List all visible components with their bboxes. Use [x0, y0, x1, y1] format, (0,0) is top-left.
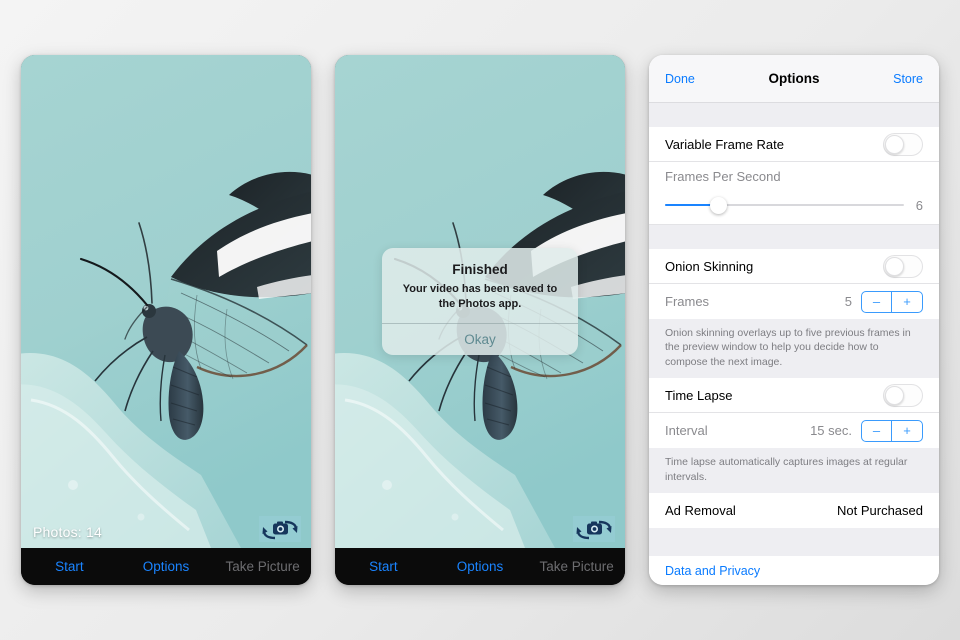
onion-skinning-label: Onion Skinning	[665, 258, 754, 274]
finished-alert-dialog: Finished Your video has been saved to th…	[382, 248, 578, 355]
ad-removal-label: Ad Removal	[665, 503, 736, 519]
onion-frames-value: 5	[844, 294, 852, 309]
take-picture-button[interactable]: Take Picture	[528, 559, 625, 574]
onion-frames-stepper[interactable]: – +	[861, 290, 923, 313]
onion-frames-minus-button[interactable]: –	[862, 291, 892, 312]
bottom-toolbar-left: Start Options Take Picture	[21, 548, 311, 585]
toggle-knob	[885, 256, 904, 276]
start-button[interactable]: Start	[335, 559, 432, 574]
middle-device-panel: Finished Your video has been saved to th…	[335, 55, 625, 585]
section-gap-2	[649, 528, 939, 557]
interval-stepper[interactable]: – +	[861, 419, 923, 442]
time-lapse-row[interactable]: Time Lapse	[649, 378, 939, 414]
time-lapse-toggle[interactable]	[883, 383, 923, 407]
options-button[interactable]: Options	[118, 559, 215, 574]
store-button[interactable]: Store	[893, 72, 923, 86]
left-device-panel: Photos: 14 Start Options Take Picture	[21, 55, 311, 585]
alert-body: Finished Your video has been saved to th…	[382, 248, 578, 323]
alert-overlay: Finished Your video has been saved to th…	[335, 55, 625, 548]
frames-per-second-slider[interactable]	[665, 196, 904, 214]
onion-frames-row: Frames 5 – +	[649, 284, 939, 319]
interval-value: 15 sec.	[810, 423, 852, 439]
toggle-knob	[885, 134, 904, 154]
onion-skinning-row[interactable]: Onion Skinning	[649, 249, 939, 284]
interval-row: Interval 15 sec. – +	[649, 413, 939, 448]
variable-frame-rate-toggle[interactable]	[883, 132, 923, 156]
interval-plus-button[interactable]: +	[892, 421, 922, 441]
bottom-toolbar-middle: Start Options Take Picture	[335, 548, 625, 585]
frames-per-second-row: Frames Per Second	[649, 162, 939, 190]
done-button[interactable]: Done	[665, 72, 695, 86]
onion-skinning-toggle[interactable]	[883, 254, 923, 278]
links-group: Data and Privacy License Agreement Conta…	[649, 556, 939, 585]
start-button[interactable]: Start	[21, 559, 118, 574]
options-button[interactable]: Options	[432, 559, 529, 574]
options-navbar: Done Options Store	[649, 55, 939, 103]
alert-okay-button[interactable]: Okay	[382, 324, 578, 355]
ad-removal-status: Not Purchased	[837, 503, 923, 519]
section-gap-1	[649, 225, 939, 249]
time-lapse-label: Time Lapse	[665, 387, 733, 403]
take-picture-button[interactable]: Take Picture	[214, 559, 311, 574]
options-panel: Done Options Store Variable Frame Rate F…	[649, 55, 939, 585]
frames-per-second-label: Frames Per Second	[665, 168, 781, 184]
onion-frames-plus-button[interactable]: +	[892, 292, 922, 312]
butterfly-photo	[21, 55, 311, 548]
slider-thumb[interactable]	[709, 196, 727, 214]
frames-per-second-slider-row[interactable]: 6	[649, 190, 939, 225]
screenshot-stage: Photos: 14 Start Options Take Picture Fi…	[0, 0, 960, 640]
ad-removal-row[interactable]: Ad Removal Not Purchased	[649, 493, 939, 528]
photo-count-label: Photos: 14	[33, 524, 102, 540]
section-gap-top	[649, 103, 939, 127]
frames-per-second-value: 6	[915, 197, 923, 213]
time-lapse-note: Time lapse automatically captures images…	[649, 448, 939, 494]
variable-frame-rate-label: Variable Frame Rate	[665, 136, 784, 152]
interval-label: Interval	[665, 423, 708, 439]
variable-frame-rate-row[interactable]: Variable Frame Rate	[649, 127, 939, 162]
onion-frames-label: Frames	[665, 294, 710, 309]
frame-rate-group: Variable Frame Rate Frames Per Second 6	[649, 127, 939, 225]
camera-flip-icon[interactable]	[259, 516, 301, 542]
page-title: Options	[768, 71, 820, 86]
onion-skinning-note: Onion skinning overlays up to five previ…	[649, 319, 939, 379]
interval-minus-button[interactable]: –	[862, 420, 892, 441]
alert-title: Finished	[452, 262, 508, 278]
alert-message: Your video has been saved to the Photos …	[402, 283, 558, 310]
onion-skinning-group: Onion Skinning Frames 5 – +	[649, 249, 939, 319]
ad-removal-group: Ad Removal Not Purchased	[649, 493, 939, 529]
toggle-knob	[885, 385, 904, 405]
data-and-privacy-link[interactable]: Data and Privacy	[649, 556, 939, 585]
time-lapse-group: Time Lapse Interval 15 sec. – +	[649, 378, 939, 449]
camera-preview-left[interactable]: Photos: 14	[21, 55, 311, 548]
